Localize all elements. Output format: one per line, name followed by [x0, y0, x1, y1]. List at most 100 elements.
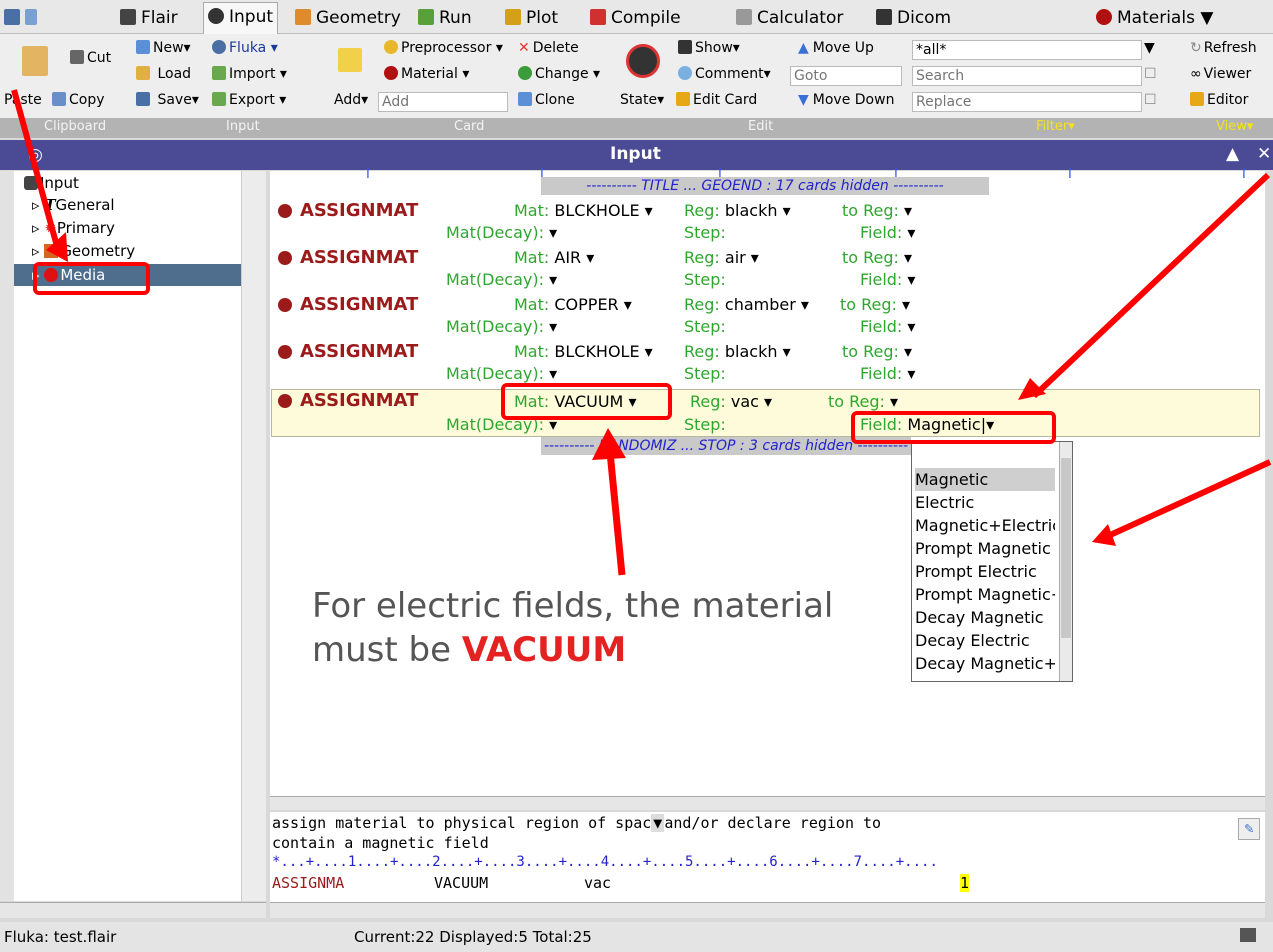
dropdown-option[interactable]: Magnetic: [915, 468, 1055, 491]
card-assignmat-3[interactable]: ASSIGNMAT Mat: COPPER ▾ Reg: chamber ▾ t…: [272, 294, 1262, 340]
material-button[interactable]: Material ▾: [384, 64, 469, 84]
replace-input[interactable]: [912, 92, 1142, 112]
step-field[interactable]: Step:: [684, 317, 726, 336]
dropdown-scroll-thumb[interactable]: [1061, 458, 1071, 638]
dropdown-option[interactable]: Decay Magnetic+Electric: [915, 652, 1055, 675]
state-big-icon[interactable]: [626, 44, 663, 82]
goto-input[interactable]: [790, 66, 902, 86]
edit-pencil-button[interactable]: ✎: [1238, 818, 1260, 840]
to-reg-field[interactable]: to Reg: ▾: [842, 201, 912, 220]
delete-button[interactable]: ✕ Delete: [518, 38, 579, 58]
import-button[interactable]: Import ▾: [212, 64, 287, 84]
paste-button[interactable]: Paste: [4, 90, 42, 110]
cut-button[interactable]: Cut: [70, 48, 111, 68]
group-view[interactable]: View▾: [1216, 119, 1253, 134]
refresh-button[interactable]: ↻ Refresh: [1190, 38, 1257, 58]
group-filter[interactable]: Filter▾: [1036, 119, 1075, 134]
dropdown-scrollbar[interactable]: [1059, 442, 1072, 681]
mat-field[interactable]: Mat: COPPER ▾: [514, 295, 632, 314]
tree-scrollbar[interactable]: [241, 171, 266, 901]
step-field[interactable]: Step:: [684, 270, 726, 289]
help-horizontal-scrollbar[interactable]: [270, 902, 1265, 918]
reg-field[interactable]: Reg: blackh ▾: [684, 201, 791, 220]
move-up-button[interactable]: ▲ Move Up: [798, 38, 874, 58]
window-menu-icon[interactable]: ◎: [28, 145, 43, 165]
search-option-checkbox[interactable]: ☐: [1144, 64, 1157, 84]
field-dropdown-list[interactable]: Magnetic Electric Magnetic+Electric Prom…: [911, 441, 1073, 682]
to-reg-field[interactable]: to Reg: ▾: [842, 342, 912, 361]
dropdown-option[interactable]: Prompt Electric: [915, 560, 1055, 583]
reg-field[interactable]: Reg: chamber ▾: [684, 295, 809, 314]
tab-run[interactable]: Run: [418, 4, 472, 32]
save-button[interactable]: Save▾: [136, 90, 199, 110]
add-big-icon[interactable]: [338, 48, 365, 76]
mat-decay-field[interactable]: Mat(Decay): ▾: [446, 364, 557, 383]
filter-combo[interactable]: *all*: [912, 40, 1142, 60]
state-button[interactable]: State▾: [620, 90, 664, 110]
load-button[interactable]: Load: [136, 64, 191, 84]
step-field[interactable]: Step:: [684, 364, 726, 383]
hidden-cards-separator-top[interactable]: ---------- TITLE ... GEOEND : 17 cards h…: [541, 177, 989, 195]
to-reg-field[interactable]: to Reg: ▾: [840, 295, 910, 314]
tree-item-input[interactable]: Input: [24, 173, 79, 194]
field-field[interactable]: Field: ▾: [860, 364, 915, 383]
filter-dropdown-icon[interactable]: ▼: [1144, 38, 1155, 58]
card-assignmat-4[interactable]: ASSIGNMAT Mat: BLCKHOLE ▾ Reg: blackh ▾ …: [272, 341, 1262, 387]
editor-button[interactable]: Editor: [1190, 90, 1248, 110]
card-assignmat-5-selected[interactable]: ASSIGNMAT Mat: VACUUM ▾ Reg: vac ▾ to Re…: [271, 389, 1260, 437]
tree-horizontal-scrollbar[interactable]: [0, 902, 266, 918]
card-assignmat-2[interactable]: ASSIGNMAT Mat: AIR ▾ Reg: air ▾ to Reg: …: [272, 247, 1262, 293]
replace-option-checkbox[interactable]: ☐: [1144, 90, 1157, 110]
tab-geometry[interactable]: Geometry: [295, 4, 401, 32]
quick-access-toolbar[interactable]: [4, 4, 42, 32]
tab-flair[interactable]: Flair: [120, 4, 178, 32]
step-field[interactable]: Step:: [684, 415, 726, 434]
terminal-icon[interactable]: [1240, 928, 1256, 942]
tab-input[interactable]: Input: [203, 2, 279, 34]
dropdown-option[interactable]: Electric: [915, 491, 1055, 514]
move-down-button[interactable]: ▼ Move Down: [798, 90, 894, 110]
to-reg-field[interactable]: to Reg: ▾: [828, 392, 898, 411]
mat-field[interactable]: Mat: BLCKHOLE ▾: [514, 342, 653, 361]
dropdown-option[interactable]: Prompt Magnetic+Electric: [915, 583, 1055, 606]
show-button[interactable]: Show▾: [678, 38, 740, 58]
dropdown-option[interactable]: Prompt Magnetic: [915, 537, 1055, 560]
dropdown-option[interactable]: Decay Magnetic: [915, 606, 1055, 629]
tree-item-general[interactable]: ▹ TGeneral: [32, 195, 115, 216]
tab-calculator[interactable]: Calculator: [736, 4, 843, 32]
fluka-button[interactable]: Fluka ▾: [212, 38, 278, 58]
copy-button[interactable]: Copy: [52, 90, 105, 110]
dropdown-option[interactable]: Magnetic+Electric: [915, 514, 1055, 537]
to-reg-field[interactable]: to Reg: ▾: [842, 248, 912, 267]
field-field[interactable]: Field: ▾: [860, 223, 915, 242]
clone-button[interactable]: Clone: [518, 90, 575, 110]
editor-horizontal-scrollbar[interactable]: [270, 796, 1265, 810]
field-field[interactable]: Field: ▾: [860, 270, 915, 289]
reg-field[interactable]: Reg: vac ▾: [690, 392, 772, 411]
card-assignmat-1[interactable]: ASSIGNMAT Mat: BLCKHOLE ▾ Reg: blackh ▾ …: [272, 200, 1262, 246]
new-button[interactable]: New▾: [136, 38, 191, 58]
tab-compile[interactable]: Compile: [590, 4, 681, 32]
search-input[interactable]: [912, 66, 1142, 86]
edit-card-button[interactable]: Edit Card: [676, 90, 757, 110]
reg-field[interactable]: Reg: air ▾: [684, 248, 759, 267]
mat-decay-field[interactable]: Mat(Decay): ▾: [446, 223, 557, 242]
step-field[interactable]: Step:: [684, 223, 726, 242]
tree-item-geometry[interactable]: ▹ Geometry: [32, 241, 135, 262]
mat-decay-field[interactable]: Mat(Decay): ▾: [446, 270, 557, 289]
dropdown-option[interactable]: Decay Electric: [915, 629, 1055, 652]
add-input[interactable]: [378, 92, 508, 112]
reg-field[interactable]: Reg: blackh ▾: [684, 342, 791, 361]
mat-field[interactable]: Mat: BLCKHOLE ▾: [514, 201, 653, 220]
tab-materials[interactable]: Materials ▼: [1096, 4, 1213, 32]
comment-button[interactable]: Comment▾: [678, 64, 771, 84]
paste-big-icon[interactable]: [22, 46, 51, 80]
close-icon[interactable]: ✕: [1257, 144, 1271, 164]
change-button[interactable]: Change ▾: [518, 64, 600, 84]
preprocessor-button[interactable]: Preprocessor ▾: [384, 38, 503, 58]
field-field[interactable]: Field: ▾: [860, 317, 915, 336]
tree-item-primary[interactable]: ▹ ✹Primary: [32, 218, 115, 239]
maximize-icon[interactable]: ▲: [1226, 144, 1239, 164]
viewer-button[interactable]: ∞ Viewer: [1190, 64, 1251, 84]
mat-decay-field[interactable]: Mat(Decay): ▾: [446, 317, 557, 336]
